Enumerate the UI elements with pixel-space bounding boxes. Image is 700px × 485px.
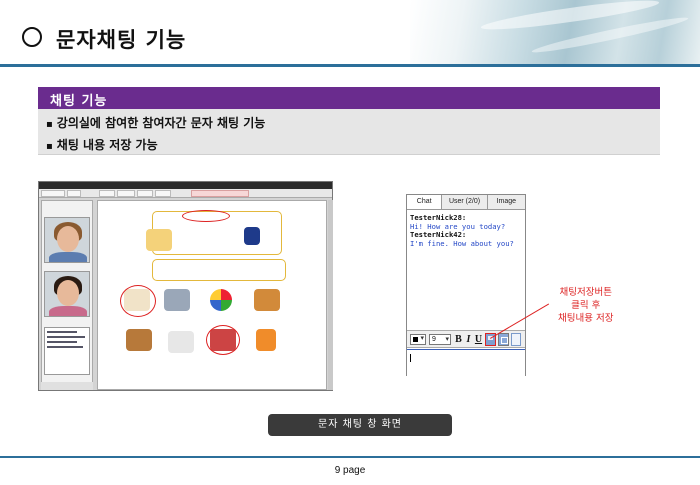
picture-bike	[168, 331, 194, 353]
bullet-item: 채팅 내용 저장 가능	[46, 136, 158, 153]
header-divider	[0, 64, 700, 67]
callout-line-text: 채팅저장버튼	[559, 287, 612, 298]
app-side-toolbar	[328, 200, 333, 390]
tab-chat[interactable]: Chat	[407, 195, 443, 209]
chat-log: TesterNick28: Hi! How are you today? Tes…	[410, 213, 524, 248]
app-toolbar-button	[67, 190, 81, 197]
face-shape	[57, 280, 79, 306]
page-number: 9 page	[334, 465, 366, 476]
footer-divider	[0, 456, 700, 458]
shirt-shape	[49, 252, 87, 262]
page-title: 문자채팅 기능	[56, 28, 187, 52]
document-icon[interactable]	[511, 333, 521, 346]
section-heading-bar: 채팅 기능	[38, 87, 660, 109]
app-toolbar-button	[155, 190, 171, 197]
picture-figure	[146, 229, 172, 251]
callout-line-text: 채팅내용 저장	[558, 313, 614, 324]
callout-line-text: 클릭 후	[571, 300, 601, 311]
tab-image[interactable]: Image	[488, 195, 525, 209]
italic-button[interactable]: I	[464, 333, 473, 346]
picture-desk	[254, 289, 280, 311]
picture-computer	[164, 289, 190, 311]
mini-chat-line	[47, 336, 85, 338]
chat-format-toolbar: 9 B I U	[407, 330, 525, 348]
chat-message-input[interactable]	[407, 349, 525, 376]
app-lesson-tab	[191, 190, 249, 197]
slide-header: 문자채팅 기능	[0, 0, 700, 66]
disk-icon[interactable]	[498, 333, 509, 346]
app-toolbar-button	[117, 190, 135, 197]
app-bottom-bar	[41, 382, 93, 390]
mini-chat-panel	[44, 327, 90, 375]
picture-book	[244, 227, 260, 245]
picture-carrot	[256, 329, 276, 351]
save-button-callout: 채팅저장버튼 클릭 후 채팅내용 저장	[558, 286, 613, 325]
face-shape	[57, 226, 79, 252]
mini-chat-line	[47, 331, 77, 333]
color-picker-icon[interactable]	[410, 334, 426, 345]
video-thumbnail-student	[44, 271, 90, 317]
mini-chat-line	[47, 346, 83, 348]
whiteboard-area	[97, 200, 327, 390]
app-participant-panel	[41, 200, 93, 390]
section-heading: 채팅 기능	[50, 94, 108, 109]
shirt-shape	[49, 306, 87, 316]
video-thumbnail-teacher	[44, 217, 90, 263]
app-toolbar-button	[41, 190, 65, 197]
handwritten-circle	[120, 285, 156, 317]
chat-window: Chat User (2/0) Image TesterNick28: Hi! …	[406, 194, 526, 376]
classroom-app-screenshot	[38, 181, 333, 391]
pattern-drill-box	[152, 259, 286, 281]
header-decorative-photo	[410, 0, 700, 64]
tab-user[interactable]: User (2/0)	[442, 195, 488, 209]
text-caret	[410, 354, 411, 362]
section-body: 강의실에 참여한 참여자간 문자 채팅 기능 채팅 내용 저장 가능	[38, 109, 660, 155]
underline-button[interactable]: U	[474, 333, 483, 346]
bold-button[interactable]: B	[454, 333, 463, 346]
handwritten-circle	[206, 325, 240, 355]
app-toolbar	[39, 189, 332, 198]
bullet-item: 강의실에 참여한 참여자간 문자 채팅 기능	[46, 114, 266, 131]
app-toolbar-button	[99, 190, 115, 197]
chat-tab-bar: Chat User (2/0) Image	[407, 195, 525, 210]
app-titlebar	[39, 182, 332, 189]
handwritten-circle	[182, 210, 230, 222]
circle-icon	[22, 27, 42, 47]
figure-caption: 문자 채팅 창 화면	[268, 414, 452, 436]
picture-ball	[210, 289, 232, 311]
picture-bear	[126, 329, 152, 351]
font-size-select[interactable]: 9	[429, 334, 451, 345]
chat-message: I'm fine. How about you?	[410, 238, 514, 248]
mini-chat-line	[47, 341, 77, 343]
app-toolbar-button	[137, 190, 153, 197]
